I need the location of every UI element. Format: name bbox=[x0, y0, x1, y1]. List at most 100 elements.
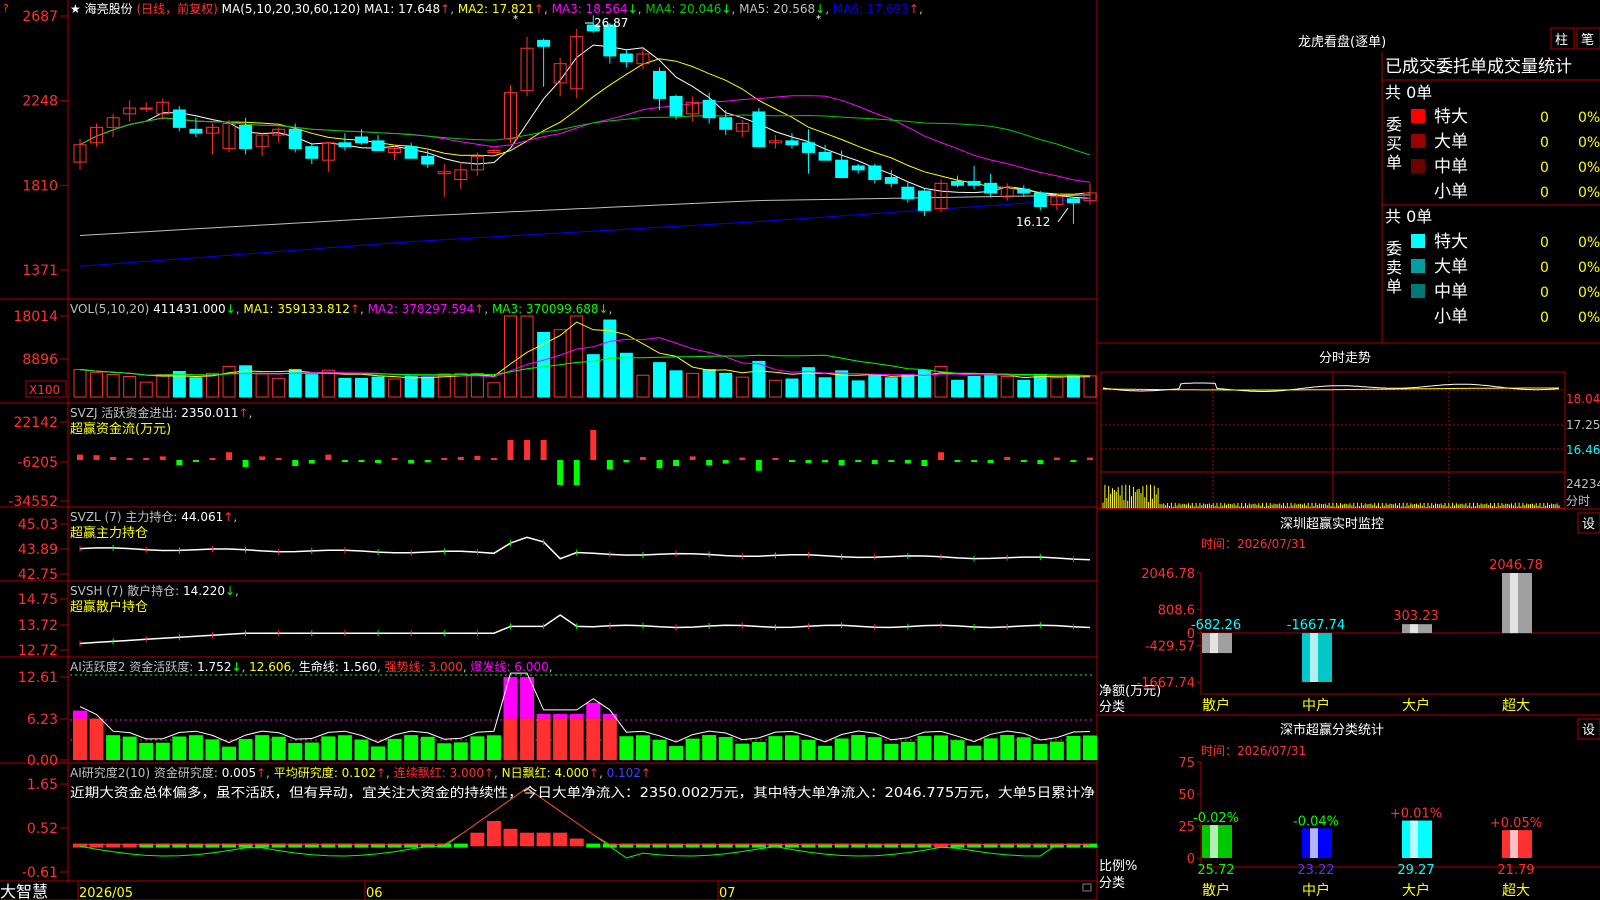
svzj-bar bbox=[1037, 460, 1044, 465]
bar-highlight bbox=[1310, 633, 1318, 682]
y-tick-label: 0.52 bbox=[27, 821, 58, 837]
sz-monitor-settings-label: 设 bbox=[1582, 517, 1595, 532]
ai-bar bbox=[569, 718, 584, 760]
candle-body bbox=[1066, 198, 1080, 204]
volume-bar bbox=[239, 365, 253, 398]
candle-body bbox=[702, 99, 716, 119]
svzl-y-axis: 45.03 43.89 42.75 bbox=[18, 517, 68, 583]
svzj-bar bbox=[822, 460, 829, 463]
ai-bars bbox=[73, 677, 1097, 760]
svzj-bar bbox=[358, 460, 365, 462]
ai-bar bbox=[188, 735, 203, 760]
svsh-line bbox=[79, 614, 1091, 647]
bar-highlight bbox=[1510, 573, 1518, 634]
candle-body bbox=[371, 140, 385, 152]
volume-bar bbox=[686, 372, 700, 398]
ai-y-axis: 12.61 6.23 0.00 bbox=[18, 670, 68, 769]
svzj-bar bbox=[408, 460, 415, 464]
candle-body bbox=[917, 190, 931, 211]
bar-ratio-label: 23.22 bbox=[1297, 863, 1334, 878]
ai-bar bbox=[503, 718, 518, 760]
legend-ma1: MA1: 359133.812 bbox=[243, 302, 350, 316]
order-count: 0 bbox=[1540, 135, 1549, 151]
volume-bar bbox=[752, 360, 766, 398]
y-tick-label: 2687 bbox=[22, 9, 58, 25]
svzj-bar bbox=[904, 460, 911, 464]
ai-bar bbox=[470, 736, 485, 760]
bar-category-label: 中户 bbox=[1302, 697, 1330, 714]
order-color-swatch bbox=[1411, 259, 1425, 273]
volume-bar bbox=[503, 315, 517, 398]
order-type-label: 中单 bbox=[1434, 282, 1468, 302]
volume-bar bbox=[1050, 377, 1064, 398]
volume-bar bbox=[321, 369, 335, 398]
intraday-vol-unit: 分时 bbox=[1566, 494, 1590, 508]
volume-bar bbox=[851, 380, 865, 398]
candle-body bbox=[354, 136, 368, 144]
bar-ratio-label: 21.79 bbox=[1497, 863, 1534, 878]
intraday-panel: 分时走势 18.04 17.25 16.46 24234 分时 bbox=[1100, 350, 1600, 509]
svzj-bar bbox=[557, 460, 564, 485]
intraday-tick: 17.25 bbox=[1566, 418, 1600, 432]
legend-sep: , bbox=[609, 302, 613, 316]
ai-bar bbox=[718, 737, 733, 760]
order-type-label: 大单 bbox=[1434, 132, 1468, 152]
ai-bar bbox=[933, 735, 948, 760]
order-type-label: 特大 bbox=[1434, 107, 1468, 127]
ai-bar bbox=[900, 741, 915, 760]
svzj-bar bbox=[888, 460, 895, 462]
ai-bar-burst bbox=[553, 713, 568, 719]
intraday-vol-tick: 24234 bbox=[1566, 477, 1600, 491]
order-color-swatch bbox=[1411, 234, 1425, 248]
ai-bar bbox=[1033, 744, 1048, 760]
bar-highlight bbox=[1510, 830, 1518, 858]
candle-body bbox=[139, 107, 153, 110]
bar-y-tick-label: 50 bbox=[1178, 788, 1195, 803]
svzj-subtitle: 超赢资金流(万元) bbox=[70, 421, 171, 437]
sell-side-label: 委卖单 bbox=[1386, 239, 1402, 296]
candle-body bbox=[619, 53, 633, 63]
ai-bar bbox=[1016, 737, 1031, 760]
volume-bar bbox=[884, 377, 898, 398]
order-type-label: 中单 bbox=[1434, 157, 1468, 177]
y-tick-label: 42.75 bbox=[18, 567, 58, 583]
svzj-bar bbox=[308, 460, 315, 464]
ai-bar bbox=[337, 735, 352, 760]
period-label: 日线，前复权 bbox=[141, 1, 213, 16]
volume-bar bbox=[984, 374, 998, 398]
order-count: 0 bbox=[1540, 310, 1549, 326]
y-tick-label: 0.00 bbox=[27, 753, 58, 769]
ma-line bbox=[79, 194, 1091, 236]
legend-arrow: ↓ bbox=[628, 2, 638, 16]
svzj-bar bbox=[524, 440, 531, 460]
high-price-label: 26.87 bbox=[594, 16, 628, 30]
ai-bar bbox=[453, 742, 468, 760]
candle-body bbox=[305, 146, 319, 159]
svzj-bar bbox=[606, 460, 613, 470]
candle-body bbox=[669, 95, 683, 117]
intraday-title: 分时走势 bbox=[1319, 350, 1371, 366]
svzj-bar bbox=[93, 455, 100, 460]
bar-category-label: 大户 bbox=[1402, 697, 1430, 714]
candle-body bbox=[851, 165, 865, 171]
bar-highlight bbox=[1310, 828, 1318, 858]
ai-activity-line bbox=[79, 672, 1091, 744]
volume-ma-lines bbox=[79, 321, 1091, 379]
y-tick-label: 12.72 bbox=[18, 643, 58, 659]
svzj-bar bbox=[540, 440, 547, 460]
legend-arrow: ↑ bbox=[440, 2, 450, 16]
svzj-bar bbox=[755, 460, 762, 471]
y-tick-label: 1810 bbox=[22, 178, 58, 194]
volume-bar bbox=[1033, 374, 1047, 398]
ai-bar bbox=[420, 736, 435, 760]
lhb-title: 龙虎看盘(逐单) bbox=[1298, 34, 1386, 50]
indicator-line bbox=[79, 536, 1091, 561]
svzj-bar bbox=[987, 460, 994, 463]
candle-body bbox=[884, 177, 898, 184]
lhb-subtitle: 已成交委托单成交量统计 bbox=[1385, 57, 1572, 77]
volume-bar bbox=[354, 377, 368, 398]
candle-body bbox=[719, 117, 733, 130]
order-pct: 0% bbox=[1578, 135, 1600, 151]
lock-icon[interactable] bbox=[1082, 883, 1092, 892]
svzj-bar bbox=[507, 440, 514, 460]
